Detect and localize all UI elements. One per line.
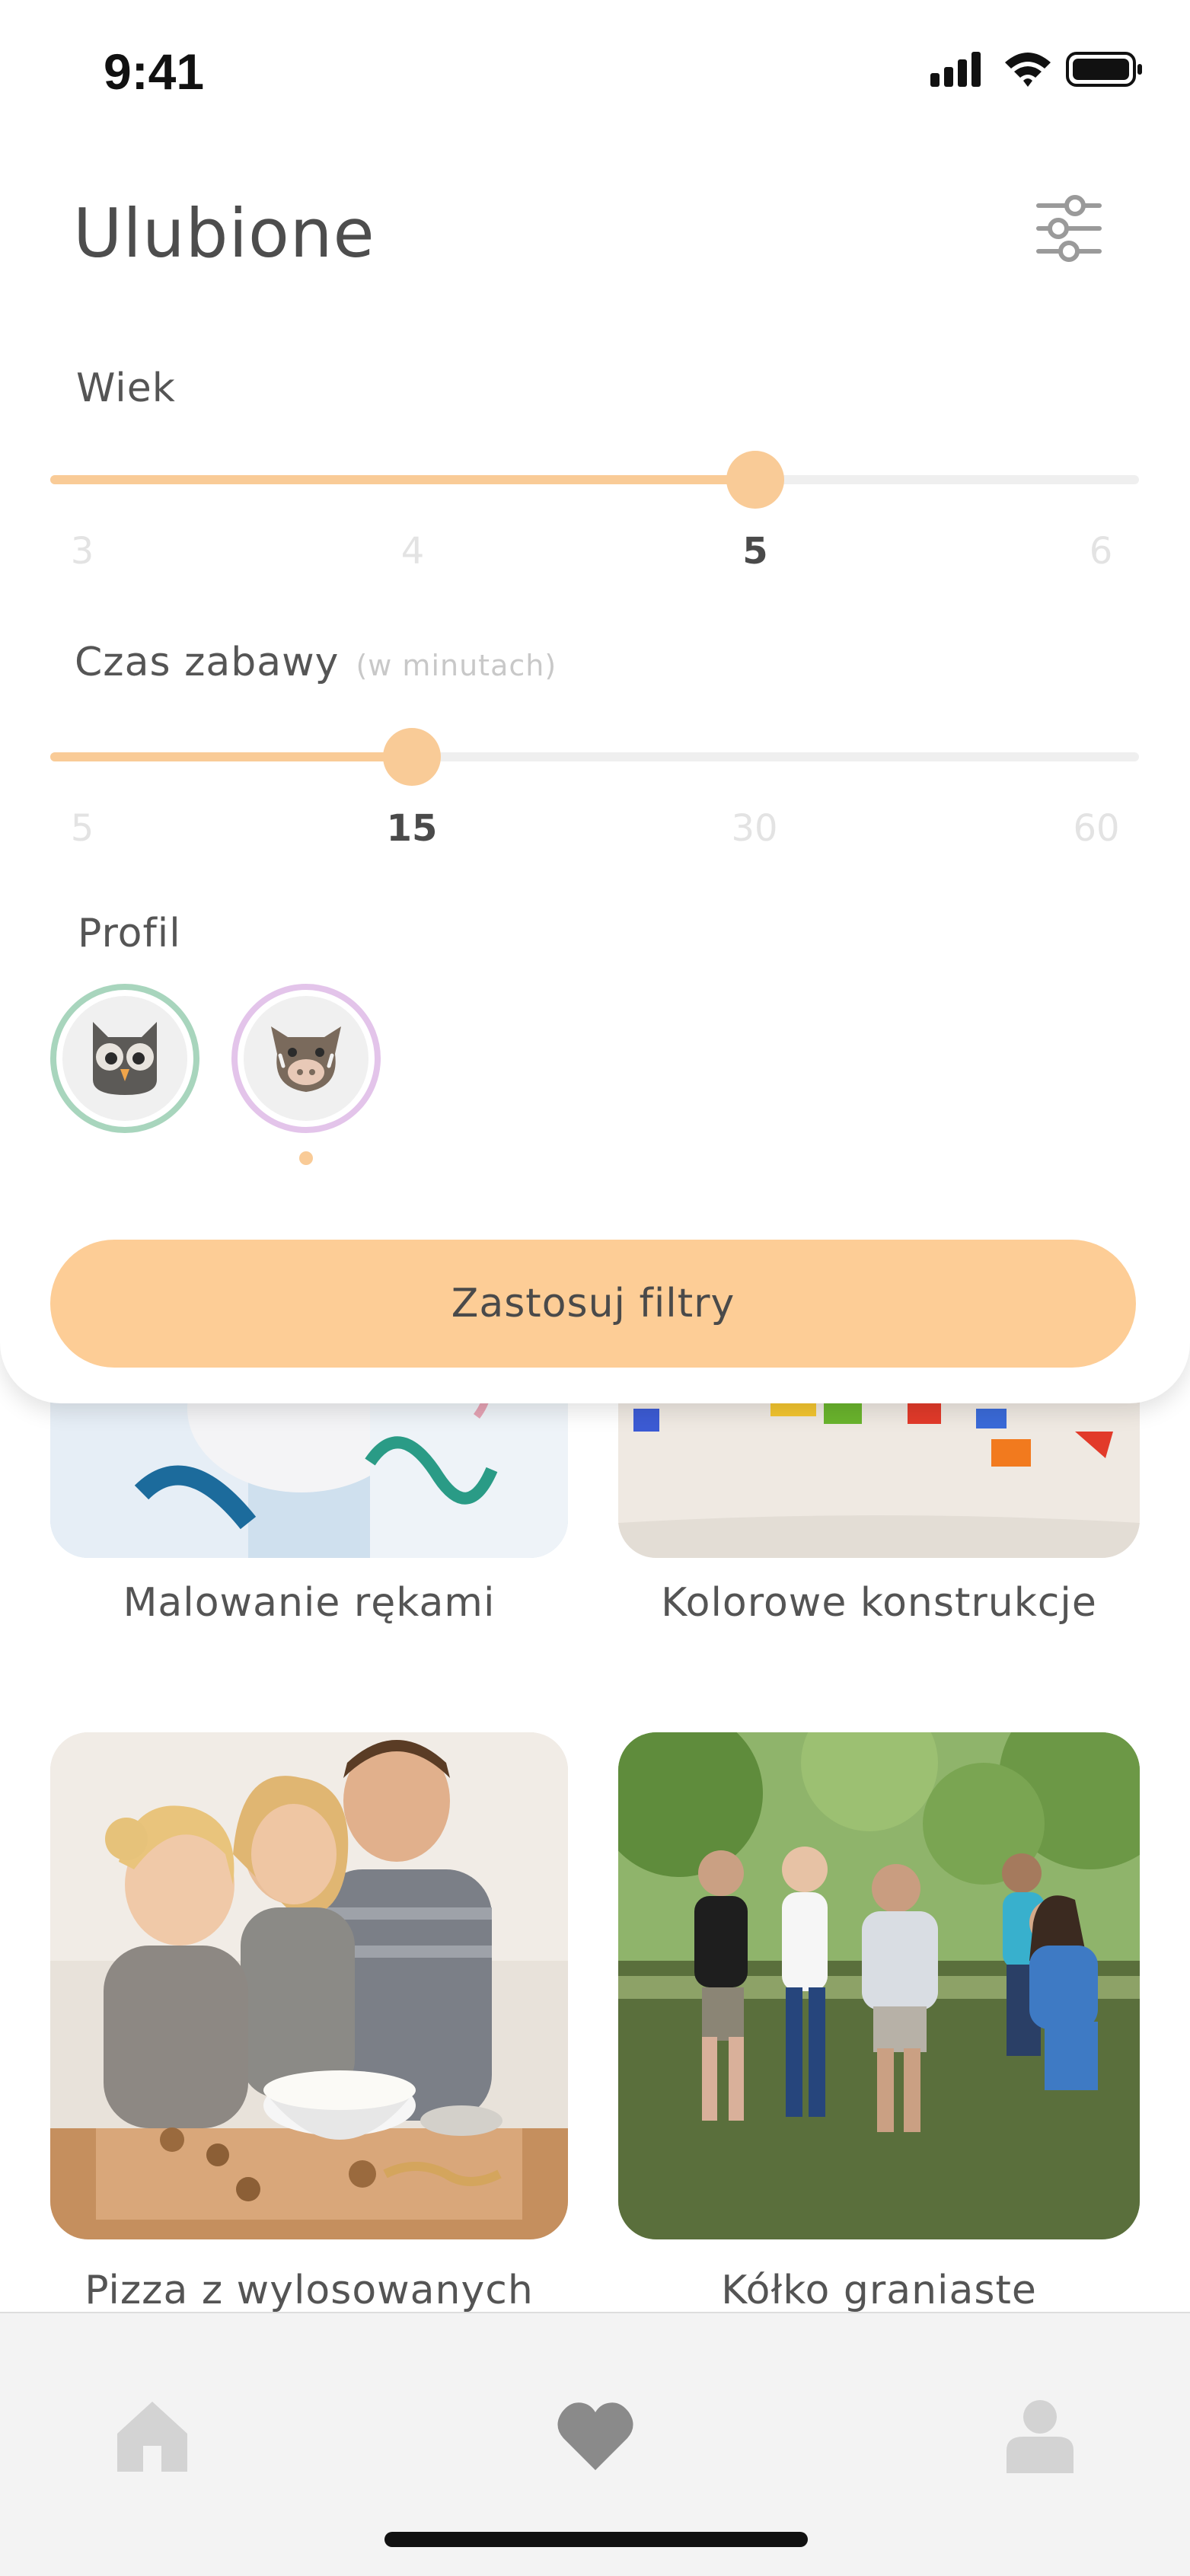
tab-home[interactable] (76, 2359, 228, 2511)
age-label: Wiek (76, 365, 176, 411)
boar-icon (271, 1026, 341, 1092)
play-time-label-text: Czas zabawy (75, 640, 340, 685)
status-icons (930, 49, 1144, 97)
card-title[interactable]: Malowanie rękami (50, 1580, 568, 1626)
play-time-slider-thumb[interactable] (383, 728, 441, 786)
play-time-hint: (w minutach) (356, 649, 557, 682)
age-tick[interactable]: 6 (1055, 530, 1147, 573)
favorites-grid: Malowanie rękami Kolorowe konstrukcje Pi… (0, 1294, 1190, 2315)
page-title: Ulubione (73, 194, 375, 273)
play-time-label: Czas zabawy (w minutach) (75, 640, 557, 685)
age-slider-fill (50, 475, 755, 484)
card-image-park[interactable] (618, 1732, 1140, 2239)
profile-icon (1007, 2400, 1074, 2473)
tab-favorites[interactable] (519, 2359, 672, 2511)
selected-profile-indicator (299, 1151, 313, 1165)
card-title[interactable]: Kółko graniaste (618, 2268, 1140, 2313)
owl-icon (93, 1022, 157, 1095)
age-slider-thumb[interactable] (726, 451, 784, 509)
play-time-slider-fill (50, 752, 412, 761)
home-icon (117, 2402, 187, 2472)
filter-sheet: 9:41 Ulubione Wiek 3 4 5 6 Czas zabawy (… (0, 0, 1190, 1403)
card-title[interactable]: Pizza z wylosowanych (50, 2268, 568, 2313)
sliders-icon[interactable] (1032, 192, 1105, 265)
home-indicator[interactable] (384, 2532, 808, 2547)
play-time-tick[interactable]: 60 (1051, 807, 1142, 850)
heart-icon (557, 2402, 633, 2470)
apply-filters-button[interactable]: Zastosuj filtry (50, 1240, 1136, 1368)
status-bar: 9:41 (0, 0, 1190, 145)
card-title[interactable]: Kolorowe konstrukcje (618, 1580, 1140, 1626)
profile-avatar-owl[interactable] (50, 984, 199, 1133)
battery-icon (1066, 52, 1142, 87)
card-image-baking[interactable] (50, 1732, 568, 2239)
status-time: 9:41 (104, 43, 205, 100)
play-time-tick[interactable]: 5 (37, 807, 128, 850)
wifi-icon (1005, 53, 1051, 87)
signal-icon (930, 52, 981, 87)
tab-profile[interactable] (964, 2359, 1116, 2511)
age-tick-selected[interactable]: 5 (710, 530, 801, 573)
play-time-tick[interactable]: 30 (709, 807, 800, 850)
play-time-tick-selected[interactable]: 15 (366, 807, 458, 850)
profile-label: Profil (78, 911, 181, 956)
profile-avatar-boar[interactable] (231, 984, 381, 1133)
age-tick[interactable]: 4 (367, 530, 458, 573)
age-tick[interactable]: 3 (37, 530, 128, 573)
